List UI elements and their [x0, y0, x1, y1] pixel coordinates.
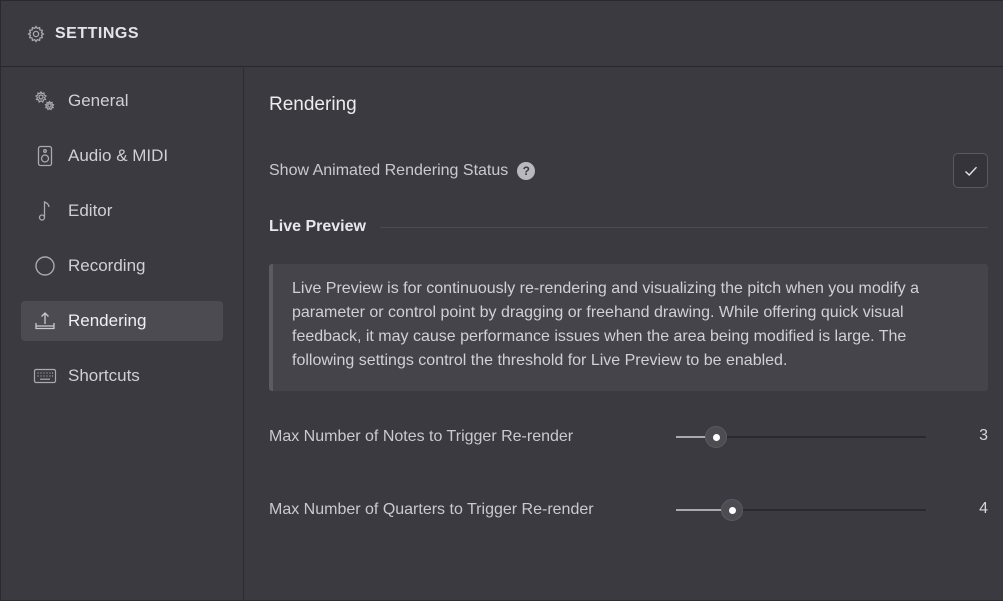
sidebar-item-label: Editor: [68, 201, 113, 220]
sidebar-item-audio-midi[interactable]: Audio & MIDI: [21, 136, 223, 176]
live-preview-info: Live Preview is for continuously re-rend…: [269, 264, 988, 391]
sidebar-item-label: Audio & MIDI: [68, 146, 169, 165]
sidebar-item-recording[interactable]: Recording: [21, 246, 223, 286]
sidebar-item-editor[interactable]: Editor: [21, 191, 223, 231]
max-quarters-label: Max Number of Quarters to Trigger Re-ren…: [269, 501, 594, 518]
sidebar-item-label: Shortcuts: [68, 366, 140, 385]
record-circle-icon: [33, 254, 57, 278]
max-notes-label: Max Number of Notes to Trigger Re-render: [269, 428, 574, 445]
slider-thumb-dot: [728, 506, 736, 514]
max-notes-row: Max Number of Notes to Trigger Re-render…: [269, 422, 988, 452]
sidebar-item-shortcuts[interactable]: Shortcuts: [21, 356, 223, 396]
speaker-icon: [33, 144, 57, 168]
settings-sidebar: General Audio & MIDI Editor Recording Re…: [1, 68, 244, 601]
window-title: SETTINGS: [55, 24, 140, 42]
help-icon[interactable]: ?: [517, 162, 536, 180]
sidebar-item-label: Recording: [68, 256, 146, 275]
max-quarters-slider-thumb[interactable]: [721, 499, 744, 521]
sidebar-item-rendering[interactable]: Rendering: [21, 301, 223, 341]
title-bar: SETTINGS: [1, 1, 1003, 67]
music-note-icon: [33, 199, 57, 223]
max-notes-slider-thumb[interactable]: [705, 426, 727, 448]
settings-window: SETTINGS General Audio & MIDI Editor Rec…: [0, 0, 1003, 601]
gear-icon: [27, 24, 45, 43]
upload-tray-icon: [33, 309, 57, 333]
animated-status-label: Show Animated Rendering Status: [269, 162, 509, 179]
sidebar-item-label: Rendering: [68, 311, 147, 330]
gears-icon: [33, 89, 57, 113]
max-quarters-slider-track[interactable]: [676, 509, 926, 511]
live-preview-title: Live Preview: [269, 218, 366, 235]
checkmark-icon: [964, 166, 977, 176]
live-preview-header: Live Preview: [269, 216, 988, 238]
sidebar-item-general[interactable]: General: [21, 81, 223, 121]
max-quarters-value: 4: [979, 500, 988, 517]
animated-status-row: Show Animated Rendering Status ?: [269, 153, 988, 189]
divider: [379, 226, 988, 228]
keyboard-icon: [33, 364, 57, 388]
slider-thumb-dot: [712, 433, 720, 441]
max-quarters-row: Max Number of Quarters to Trigger Re-ren…: [269, 495, 988, 525]
animated-status-checkbox[interactable]: [953, 153, 988, 188]
settings-content: Rendering Show Animated Rendering Status…: [269, 68, 988, 601]
sidebar-item-label: General: [68, 91, 129, 110]
max-notes-value: 3: [979, 427, 988, 444]
page-title: Rendering: [269, 94, 357, 115]
